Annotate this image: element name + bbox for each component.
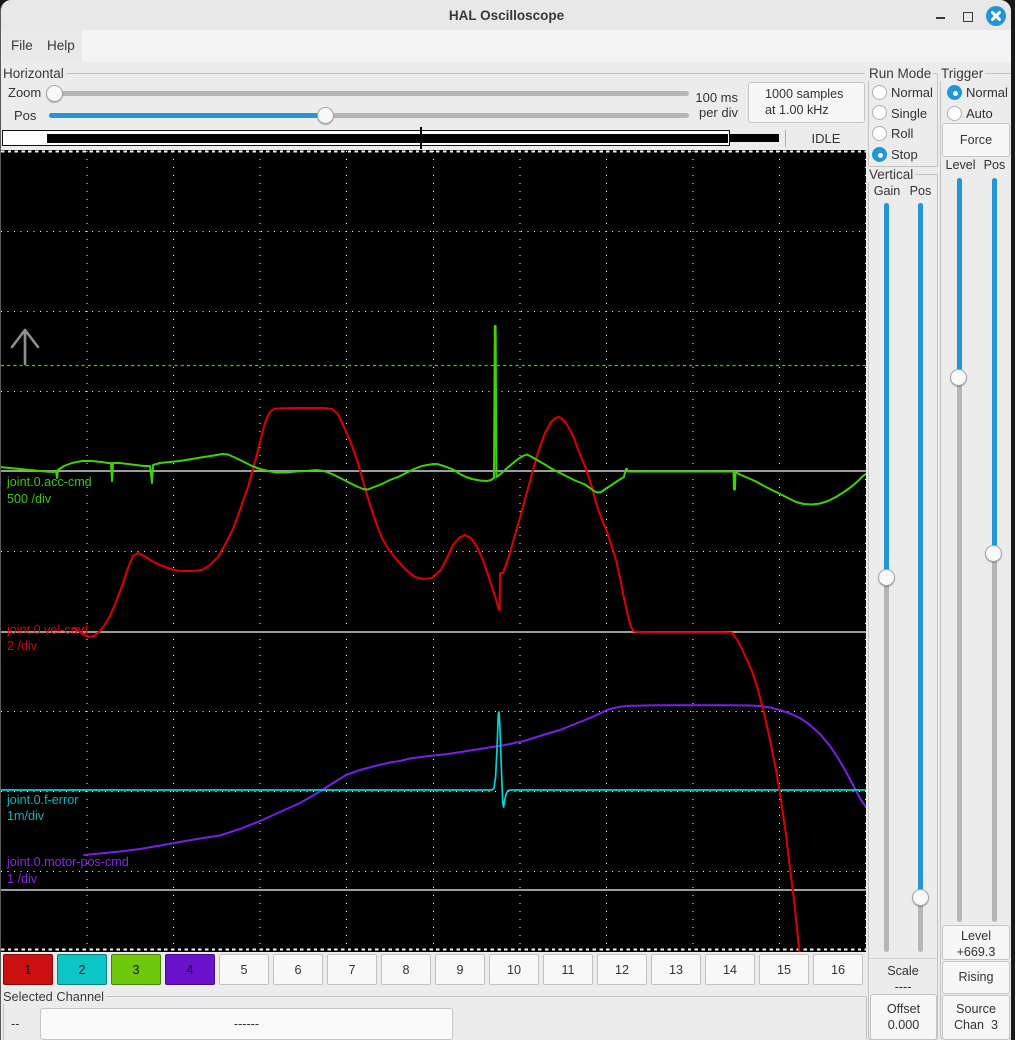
svg-text:500 /div: 500 /div bbox=[7, 492, 52, 506]
svg-text:joint.0.vel-cmd: joint.0.vel-cmd bbox=[6, 623, 88, 637]
svg-text:1 /div: 1 /div bbox=[7, 872, 38, 886]
svg-text:2 /div: 2 /div bbox=[7, 639, 38, 653]
svg-text:joint.0.f-error: joint.0.f-error bbox=[6, 793, 78, 807]
svg-text:1m/div: 1m/div bbox=[7, 809, 45, 823]
svg-text:joint.0.acc-cmd: joint.0.acc-cmd bbox=[6, 475, 92, 489]
svg-text:joint.0.motor-pos-cmd: joint.0.motor-pos-cmd bbox=[6, 855, 129, 869]
